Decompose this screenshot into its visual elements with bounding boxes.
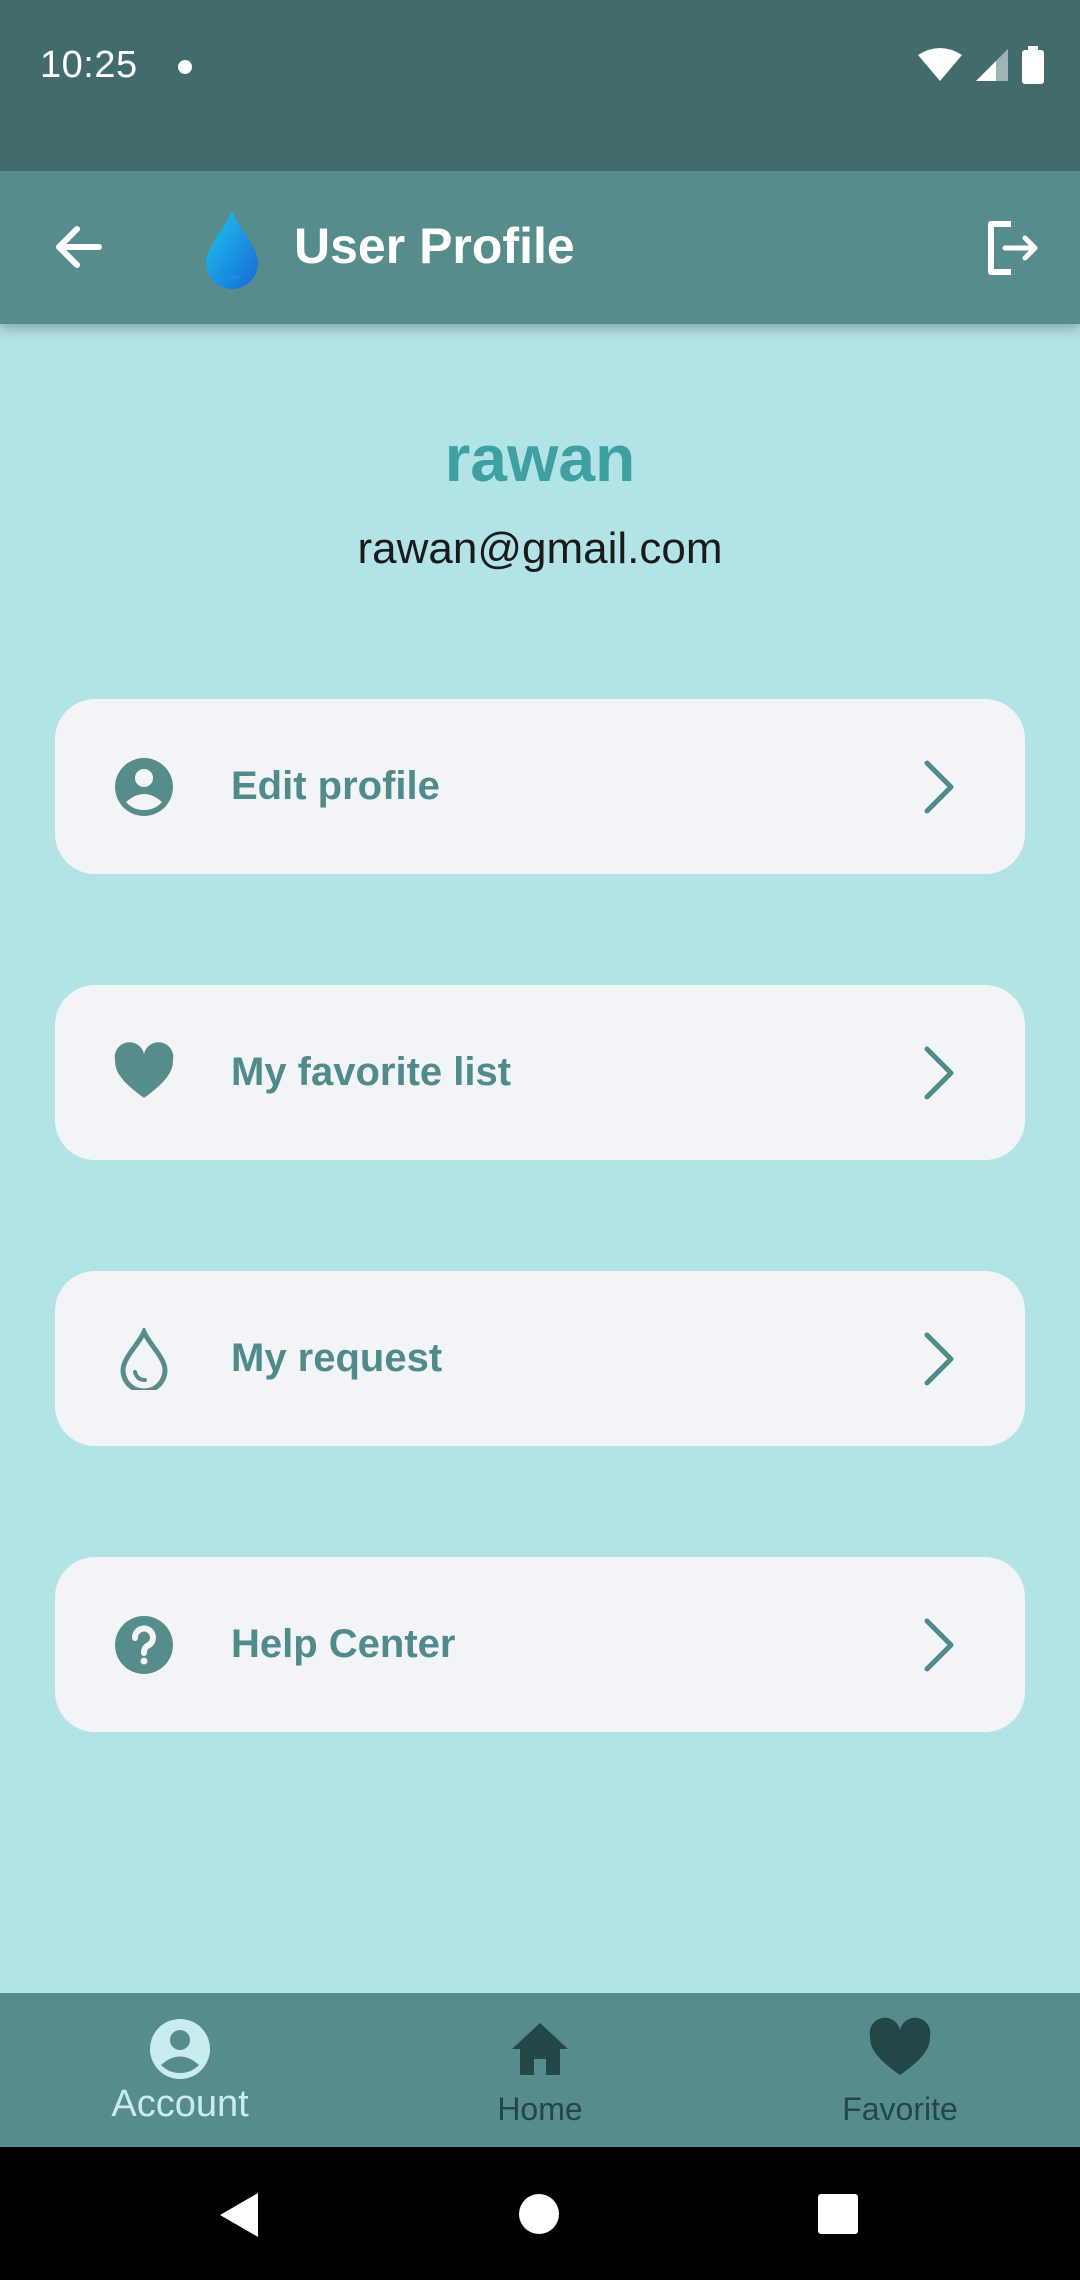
- logout-icon: [988, 221, 1038, 275]
- heart-icon: [869, 2017, 931, 2075]
- chevron-right-icon: [924, 1332, 954, 1386]
- menu-label-edit-profile: Edit profile: [231, 764, 440, 808]
- nav-item-account[interactable]: Account: [0, 1993, 360, 2147]
- menu-item-edit-profile[interactable]: Edit profile: [55, 699, 1025, 874]
- water-drop-icon: [120, 1328, 168, 1390]
- battery-icon: [1022, 46, 1044, 84]
- nav-label-account: Account: [111, 2083, 249, 2125]
- signal-icon: [976, 49, 1008, 81]
- logout-button[interactable]: [980, 215, 1046, 281]
- nav-item-favorite[interactable]: Favorite: [720, 1993, 1080, 2147]
- system-home-icon[interactable]: [518, 2193, 560, 2235]
- menu-item-my-request[interactable]: My request: [55, 1271, 1025, 1446]
- system-back-icon[interactable]: [216, 2191, 262, 2239]
- user-name: rawan: [444, 421, 636, 495]
- arrow-back-icon: [56, 226, 102, 268]
- heart-icon: [114, 1042, 174, 1098]
- notification-dot-icon: [178, 60, 192, 74]
- app-bar: User Profile: [0, 171, 1080, 324]
- menu-label-my-request: My request: [231, 1336, 443, 1380]
- water-drop-logo-icon: [206, 211, 258, 289]
- help-circle-icon: [115, 1616, 173, 1674]
- page-title: User Profile: [294, 218, 575, 274]
- account-circle-icon: [150, 2019, 210, 2079]
- bottom-navigation: Account Home Favorite: [0, 1993, 1080, 2147]
- nav-label-favorite: Favorite: [842, 2091, 958, 2127]
- chevron-right-icon: [924, 1046, 954, 1100]
- user-email: rawan@gmail.com: [357, 524, 723, 573]
- menu-item-favorite-list[interactable]: My favorite list: [55, 985, 1025, 1160]
- system-recents-icon[interactable]: [817, 2193, 859, 2235]
- menu-item-help-center[interactable]: Help Center: [55, 1557, 1025, 1732]
- account-circle-icon: [115, 758, 173, 816]
- chevron-right-icon: [924, 760, 954, 814]
- menu-label-help-center: Help Center: [231, 1622, 456, 1666]
- nav-label-home: Home: [497, 2091, 583, 2127]
- status-icons: [918, 46, 1044, 84]
- menu-label-favorite-list: My favorite list: [231, 1050, 512, 1094]
- nav-item-home[interactable]: Home: [360, 1993, 720, 2147]
- status-time: 10:25: [40, 44, 138, 86]
- back-button[interactable]: [46, 209, 110, 285]
- home-icon: [512, 2023, 568, 2075]
- system-navigation-bar: [0, 2147, 1080, 2280]
- wifi-icon: [918, 48, 962, 81]
- chevron-right-icon: [924, 1618, 954, 1672]
- status-bar: 10:25: [0, 0, 1080, 171]
